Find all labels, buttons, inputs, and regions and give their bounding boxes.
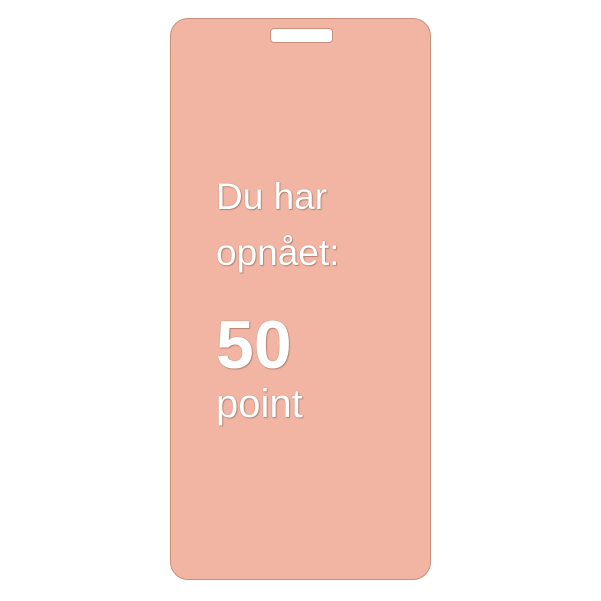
result-label-line1: Du har bbox=[216, 176, 328, 217]
points-value: 50 bbox=[216, 307, 292, 383]
hang-slot bbox=[270, 28, 333, 43]
points-unit: point bbox=[216, 382, 303, 426]
score-card: Du har opnået: 50 point bbox=[170, 18, 431, 580]
result-label-line2: opnået: bbox=[216, 232, 340, 273]
